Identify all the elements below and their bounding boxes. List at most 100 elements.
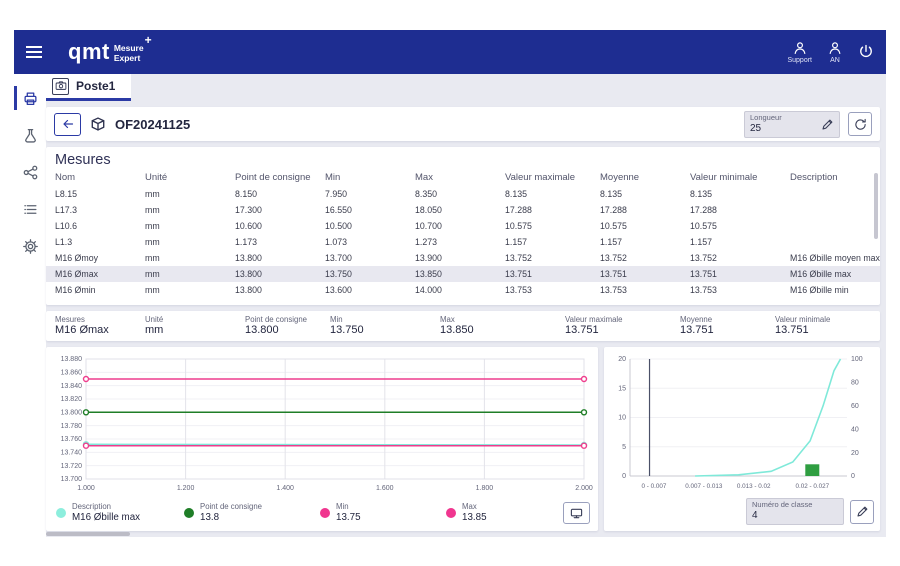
measures-panel: Mesures Nom Unité Point de consigne Min … (46, 147, 880, 305)
table-cell: 13.752 (505, 253, 600, 263)
user-initials-label: AN (830, 57, 840, 64)
sidebar-item-settings[interactable] (14, 234, 46, 258)
svg-text:0 - 0.007: 0 - 0.007 (641, 483, 666, 490)
table-cell: 7.950 (325, 189, 415, 199)
table-cell: mm (145, 221, 235, 231)
detail-field-label: Valeur maximale (565, 316, 680, 324)
numero-classe-label: Numéro de classe (752, 501, 812, 510)
pencil-icon (821, 118, 834, 131)
detail-field-label: Point de consigne (245, 316, 330, 324)
column-description: Description (790, 172, 880, 183)
back-button[interactable] (54, 113, 81, 136)
svg-text:60: 60 (851, 403, 859, 410)
numero-classe-value: 4 (752, 510, 812, 522)
table-cell: 13.800 (235, 253, 325, 263)
horizontal-scrollbar[interactable] (46, 532, 130, 536)
svg-text:13.860: 13.860 (61, 370, 83, 377)
table-cell: 18.050 (415, 205, 505, 215)
sidebar-item-share[interactable] (14, 160, 46, 184)
sidebar-item-list[interactable] (14, 197, 46, 221)
table-row[interactable]: L8.15mm8.1507.9508.3508.1358.1358.135 (46, 186, 880, 202)
user-account-button[interactable]: AN (828, 41, 842, 64)
table-cell: 1.173 (235, 237, 325, 247)
svg-text:10: 10 (618, 415, 626, 422)
longueur-label: Longueur (750, 114, 782, 123)
detail-field-value: 13.800 (245, 325, 330, 336)
table-cell: L10.6 (55, 221, 145, 231)
table-vertical-scrollbar[interactable] (874, 173, 878, 239)
measures-title: Mesures (55, 152, 880, 168)
navbar-actions: Support AN (787, 41, 874, 64)
table-cell: 8.150 (235, 189, 325, 199)
top-navbar: qmt Mesure+ Expert Support AN (14, 30, 886, 74)
svg-text:0: 0 (622, 473, 626, 480)
detail-field-value: mm (145, 325, 245, 336)
table-cell: 13.800 (235, 269, 325, 279)
histogram-panel: 051015200204060801000 - 0.0070.007 - 0.0… (604, 347, 880, 531)
display-icon (570, 507, 583, 520)
column-min: Min (325, 172, 415, 183)
power-logout-button[interactable] (858, 44, 874, 60)
table-cell: 10.600 (235, 221, 325, 231)
detail-field-label: Max (440, 316, 565, 324)
table-row[interactable]: M16 Øminmm13.80013.60014.00013.75313.753… (46, 282, 880, 298)
table-row[interactable]: L10.6mm10.60010.50010.70010.57510.57510.… (46, 218, 880, 234)
order-toolbar: OF20241125 Longueur 25 (46, 107, 880, 141)
svg-text:80: 80 (851, 380, 859, 387)
table-row[interactable]: M16 Ømoymm13.80013.70013.90013.75213.752… (46, 250, 880, 266)
order-number: OF20241125 (115, 117, 190, 132)
longueur-field[interactable]: Longueur 25 (744, 111, 840, 138)
detail-field-value: 13.750 (330, 325, 440, 336)
table-cell: L1.3 (55, 237, 145, 247)
table-cell: 13.753 (505, 285, 600, 295)
legend-item: DescriptionM16 Øbille max (56, 503, 184, 523)
table-row[interactable]: M16 Ømaxmm13.80013.75013.85013.75113.751… (46, 266, 880, 282)
table-row[interactable]: L17.3mm17.30016.55018.05017.28817.28817.… (46, 202, 880, 218)
column-valeur-maximale: Valeur maximale (505, 172, 600, 183)
chart-display-button[interactable] (563, 502, 590, 524)
longueur-value: 25 (750, 123, 782, 135)
app-logo: qmt Mesure+ Expert (68, 39, 151, 65)
sidebar-item-measure[interactable] (14, 123, 46, 147)
camera-icon (52, 78, 69, 95)
table-cell: 13.600 (325, 285, 415, 295)
table-cell: M16 Ømin (55, 285, 145, 295)
svg-text:2.000: 2.000 (575, 485, 593, 492)
svg-text:13.880: 13.880 (61, 356, 83, 363)
edit-longueur-button[interactable] (821, 118, 834, 131)
table-cell: 13.752 (690, 253, 790, 263)
selected-measure-detail: MesuresM16 ØmaxUnitémmPoint de consigne1… (46, 311, 880, 341)
refresh-button[interactable] (848, 112, 872, 136)
svg-text:13.760: 13.760 (61, 436, 83, 443)
legend-item: Max13.85 (446, 503, 556, 523)
legend-label: Point de consigne (200, 503, 262, 511)
tab-poste1[interactable]: Poste1 (46, 74, 131, 101)
svg-text:15: 15 (618, 385, 626, 392)
measures-rows: L8.15mm8.1507.9508.3508.1358.1358.135L17… (46, 186, 880, 298)
svg-text:20: 20 (618, 356, 626, 363)
table-cell: 13.850 (415, 269, 505, 279)
table-cell: 8.135 (505, 189, 600, 199)
numero-classe-field[interactable]: Numéro de classe 4 (746, 498, 844, 525)
detail-field-value: 13.850 (440, 325, 565, 336)
sidebar-item-print[interactable] (14, 86, 46, 110)
svg-text:20: 20 (851, 450, 859, 457)
table-cell: 10.700 (415, 221, 505, 231)
legend-dot-icon (320, 508, 330, 518)
table-cell: L17.3 (55, 205, 145, 215)
legend-value: 13.8 (200, 513, 262, 523)
table-cell: 8.135 (690, 189, 790, 199)
svg-text:13.720: 13.720 (61, 463, 83, 470)
detail-field: Valeur minimale13.751 (775, 316, 880, 337)
svg-text:100: 100 (851, 356, 863, 363)
table-row[interactable]: L1.3mm1.1731.0731.2731.1571.1571.157 (46, 234, 880, 250)
hamburger-menu-button[interactable] (26, 37, 56, 67)
table-cell: 13.750 (325, 269, 415, 279)
svg-text:13.820: 13.820 (61, 396, 83, 403)
edit-classe-button[interactable] (850, 500, 874, 524)
table-cell: 13.751 (505, 269, 600, 279)
detail-field-value: 13.751 (775, 325, 880, 336)
column-unite: Unité (145, 172, 235, 183)
legend-dot-icon (184, 508, 194, 518)
support-button[interactable]: Support (787, 41, 812, 64)
